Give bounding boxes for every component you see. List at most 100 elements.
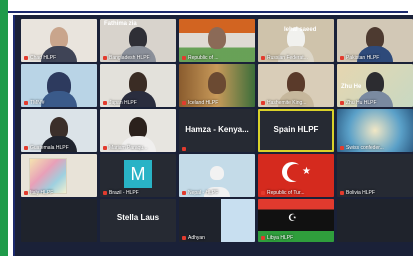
participant-tile[interactable]: Chad HLPF xyxy=(21,19,97,62)
mic-muted-icon xyxy=(182,147,186,151)
participant-tile[interactable]: Japan HLPF xyxy=(100,64,176,107)
participant-label: Guatemala HLPF xyxy=(24,145,69,151)
participant-tile[interactable]: Pakistan HLPF xyxy=(337,19,413,62)
mic-muted-icon xyxy=(261,56,265,60)
participant-tile[interactable]: Swiss confeder... xyxy=(337,109,413,152)
top-rule xyxy=(8,11,408,13)
participant-name: Bolivia HLPF xyxy=(346,190,375,196)
participant-tile[interactable]: Adhyan xyxy=(179,199,255,242)
participant-name: Zhu Hu HLPF xyxy=(346,100,377,106)
participant-name: Hashemite King... xyxy=(267,100,307,106)
participant-label: Zhu Hu HLPF xyxy=(340,100,377,106)
participant-name: Italy HLPF xyxy=(30,190,54,196)
mic-muted-icon xyxy=(340,56,344,60)
mic-muted-icon xyxy=(24,191,28,195)
participant-tile[interactable]: Hamza - Kenya... xyxy=(179,109,255,152)
mic-muted-icon xyxy=(261,191,265,195)
participant-tile[interactable]: Bolivia HLPF xyxy=(337,154,413,197)
participant-tile[interactable]: Mariam Paraqu... xyxy=(100,109,176,152)
participant-video xyxy=(208,27,226,49)
mic-muted-icon xyxy=(24,56,28,60)
mic-muted-icon xyxy=(340,146,344,150)
participant-label: Russian Federat... xyxy=(261,55,308,61)
mic-muted-icon xyxy=(261,101,265,105)
mic-muted-icon xyxy=(103,56,107,60)
green-accent-bar xyxy=(0,0,8,256)
participant-tile[interactable]: Iceland HLPF xyxy=(179,64,255,107)
participant-label: Nepal - HLPF xyxy=(182,190,218,196)
participant-name: Republic of Tur... xyxy=(267,190,305,196)
participant-tile[interactable]: Hashemite King... xyxy=(258,64,334,107)
mic-muted-icon xyxy=(182,101,186,105)
participant-name: TMN'# xyxy=(30,100,45,106)
mic-muted-icon xyxy=(182,56,186,60)
artwork-image xyxy=(29,158,67,194)
mic-muted-icon xyxy=(24,101,28,105)
participant-label: Iceland HLPF xyxy=(182,100,218,106)
participant-tile[interactable]: M Brazil - HLPF xyxy=(100,154,176,197)
participant-tile[interactable]: Italy HLPF xyxy=(21,154,97,197)
participant-label: Mariam Paraqu... xyxy=(103,145,147,151)
participant-tile[interactable] xyxy=(337,199,413,242)
default-avatar xyxy=(210,166,224,180)
participant-display-name: Hamza - Kenya... xyxy=(185,125,249,134)
participant-name: Mariam Paraqu... xyxy=(109,145,148,151)
slide-frame: Chad HLPF Fathima zia Bangladesh HLPF Re… xyxy=(0,0,414,256)
participant-name: Japan HLPF xyxy=(109,100,137,106)
participant-tile[interactable]: Republic of ... xyxy=(179,19,255,62)
participant-video xyxy=(208,72,226,94)
participant-label: Brazil - HLPF xyxy=(103,190,139,196)
participant-name: Bangladesh HLPF xyxy=(109,55,150,61)
participant-name: Iceland HLPF xyxy=(188,100,219,106)
participant-name: Pakistan HLPF xyxy=(346,55,380,61)
participant-label: Libya HLPF xyxy=(261,235,293,241)
participant-label: Swiss confeder... xyxy=(340,145,384,151)
participant-label: Adhyan xyxy=(182,235,205,241)
participant-tile[interactable]: Zhu He Zhu Hu HLPF xyxy=(337,64,413,107)
mic-muted-icon xyxy=(182,191,186,195)
participant-label: Japan HLPF xyxy=(103,100,137,106)
avatar-initial: M xyxy=(124,160,152,188)
mic-muted-icon xyxy=(24,146,28,150)
participant-label: Chad HLPF xyxy=(24,55,56,61)
participant-name: Swiss confeder... xyxy=(346,145,384,151)
participant-label: Bolivia HLPF xyxy=(340,190,375,196)
participant-label xyxy=(182,147,186,151)
crescent-star-icon: ☪ xyxy=(288,213,297,224)
participant-tile[interactable]: Fathima zia Bangladesh HLPF xyxy=(100,19,176,62)
mic-muted-icon xyxy=(261,236,265,240)
participant-name: Guatemala HLPF xyxy=(30,145,69,151)
participant-name: Brazil - HLPF xyxy=(109,190,139,196)
mic-muted-icon xyxy=(182,236,186,240)
participant-label: Republic of Tur... xyxy=(261,190,305,196)
participant-name: Republic of ... xyxy=(188,55,219,61)
active-speaker-tile[interactable]: Spain HLPF xyxy=(258,109,334,152)
participant-name: Adhyan xyxy=(188,235,205,241)
participant-label: Pakistan HLPF xyxy=(340,55,379,61)
mic-muted-icon xyxy=(340,191,344,195)
participant-name: Russian Federat... xyxy=(267,55,308,61)
participant-grid: Chad HLPF Fathima zia Bangladesh HLPF Re… xyxy=(21,19,413,256)
participant-tile[interactable]: Nepal - HLPF xyxy=(179,154,255,197)
participant-tile[interactable]: ★ Republic of Tur... xyxy=(258,154,334,197)
mic-muted-icon xyxy=(340,101,344,105)
participant-tile[interactable]: TMN'# xyxy=(21,64,97,107)
participant-label: Republic of ... xyxy=(182,55,219,61)
mic-muted-icon xyxy=(103,101,107,105)
crescent-icon xyxy=(282,162,304,182)
participant-label: Italy HLPF xyxy=(24,190,53,196)
video-call-screen: Chad HLPF Fathima zia Bangladesh HLPF Re… xyxy=(13,15,413,256)
participant-name: Nepal - HLPF xyxy=(188,190,219,196)
participant-tile[interactable]: Stella Laus xyxy=(100,199,176,242)
participant-display-name: Spain HLPF xyxy=(273,125,319,134)
participant-tile[interactable]: ☪ Libya HLPF xyxy=(258,199,334,242)
participant-tile[interactable]: Guatemala HLPF xyxy=(21,109,97,152)
participant-top-name: Iehal saeed xyxy=(284,27,317,33)
participant-name: Libya HLPF xyxy=(267,235,294,241)
participant-tile[interactable] xyxy=(21,199,97,242)
star-icon: ★ xyxy=(302,166,311,177)
participant-tile[interactable]: Iehal saeed Russian Federat... xyxy=(258,19,334,62)
participant-label: Hashemite King... xyxy=(261,100,306,106)
participant-name: Chad HLPF xyxy=(30,55,57,61)
mic-muted-icon xyxy=(103,146,107,150)
